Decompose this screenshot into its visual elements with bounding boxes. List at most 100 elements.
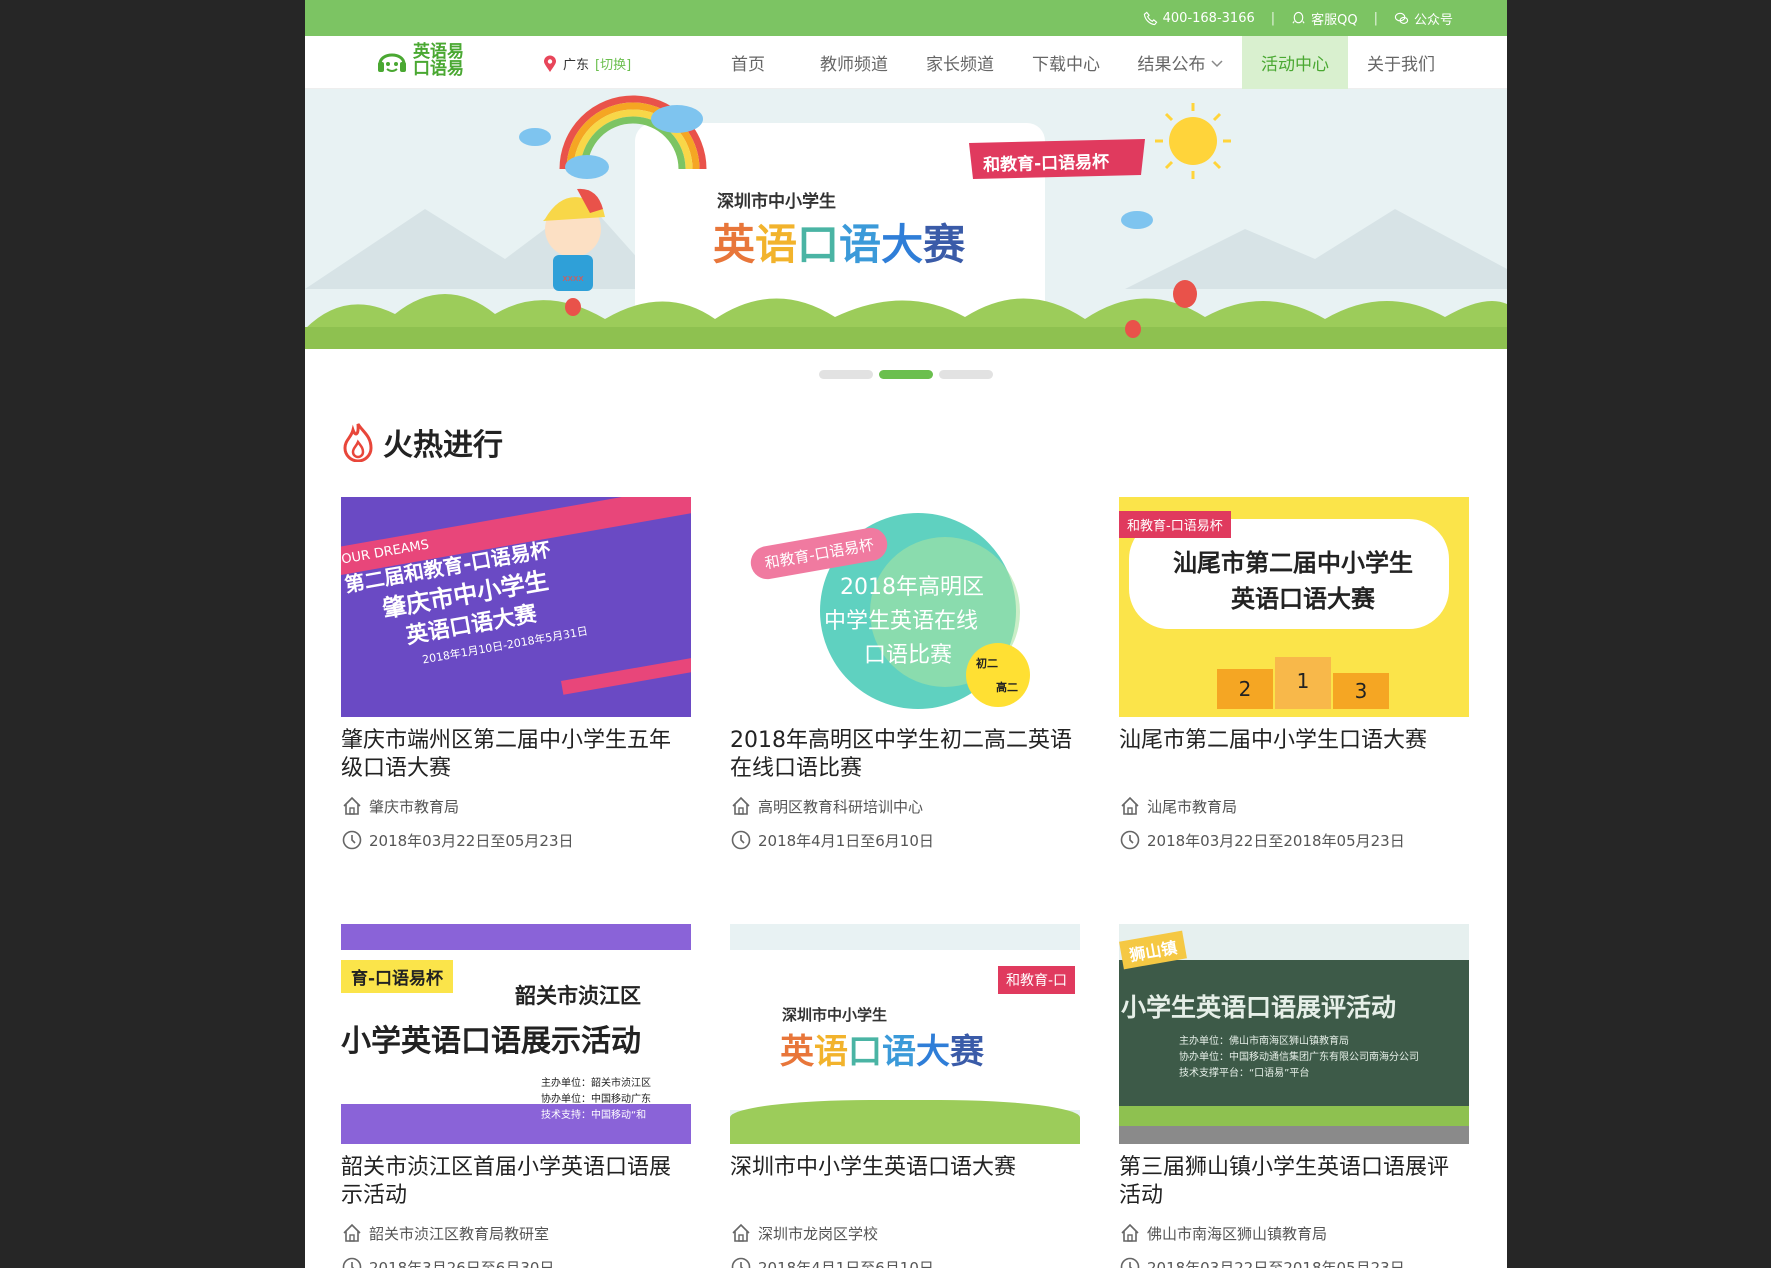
thumb-line2: 韶关市浈江区 [515, 984, 641, 1008]
carousel-dot-active[interactable] [879, 369, 933, 379]
thumb-sponsor-3: 技术支撑平台：“口语易”平台 [1179, 1068, 1310, 1079]
activity-card[interactable]: 和教育-口语易杯 汕尾市第二届中小学生 英语口语大赛 2 1 3 汕尾市第二届中… [1119, 497, 1469, 851]
card-thumbnail[interactable]: 和教育-口 深圳市中小学生 英 语 口 语 大 赛 [730, 924, 1080, 1144]
clock-icon [1120, 830, 1140, 850]
card-title[interactable]: 肇庆市端州区第二届中小学生五年级口语大赛 [341, 727, 691, 783]
thumb-sponsor-3: 技术支持：中国移动“和 [541, 1110, 647, 1121]
date-text: 2018年4月1日至6月10日 [758, 1258, 934, 1268]
card-organizer: 汕尾市教育局 [1119, 795, 1469, 817]
top-bar: 400-168-3166 | 客服QQ | 公众号 [305, 0, 1507, 36]
flame-icon [343, 423, 373, 462]
home-icon [732, 1223, 750, 1242]
date-text: 2018年03月22日至2018年05月23日 [1147, 831, 1405, 850]
card-thumbnail[interactable]: 狮山镇 小学生英语口语展评活动 主办单位：佛山市南海区狮山镇教育局 协办单位：中… [1119, 924, 1469, 1144]
card-title[interactable]: 第三届狮山镇小学生英语口语展评活动 [1119, 1154, 1469, 1210]
thumb-title-char: 语 [814, 1032, 848, 1072]
wechat-link[interactable]: 公众号 [1394, 9, 1453, 28]
banner-title-char: 语 [839, 220, 882, 269]
banner-title-char: 赛 [923, 220, 966, 269]
grade-badge: 初二 高二 [966, 643, 1030, 707]
banner-badge: 和教育-口语易杯 [982, 152, 1110, 176]
card-date: 2018年4月1日至6月10日 [730, 829, 1080, 851]
card-title[interactable]: 汕尾市第二届中小学生口语大赛 [1119, 727, 1469, 783]
clock-icon [342, 1257, 362, 1268]
banner-title: 英 语 口 语 大 赛 [713, 211, 965, 272]
card-organizer: 韶关市浈江区教育局教研室 [341, 1222, 691, 1244]
location-switch-link[interactable]: [切换] [595, 54, 631, 73]
phone-icon [1143, 11, 1158, 25]
clock-icon [342, 830, 362, 850]
organizer-text: 韶关市浈江区教育局教研室 [369, 1224, 550, 1243]
activity-card[interactable]: 育-口语易杯 韶关市浈江区 小学英语口语展示活动 主办单位：韶关市浈江区 协办单… [341, 924, 691, 1268]
card-date: 2018年3月26日至6月30日 [341, 1256, 691, 1268]
page: 400-168-3166 | 客服QQ | 公众号 英语易 口语易 广东 [切换… [305, 0, 1507, 1268]
nav-teacher[interactable]: 教师频道 [801, 36, 907, 89]
thumb-sponsor-2: 协办单位：中国移动广东 [541, 1094, 651, 1105]
card-organizer: 佛山市南海区狮山镇教育局 [1119, 1222, 1469, 1244]
chevron-down-icon [1210, 59, 1223, 67]
divider: | [1373, 10, 1378, 26]
activity-card[interactable]: 和教育-口语易杯 2018年高明区 中学生英语在线 口语比赛 初二 高二 201… [730, 497, 1080, 851]
thumb-sponsor-2: 协办单位：中国移动通信集团广东有限公司南海分公司 [1179, 1052, 1419, 1063]
nav-about[interactable]: 关于我们 [1348, 36, 1454, 89]
logo-line-2: 口语易 [413, 59, 464, 79]
nav-home[interactable]: 首页 [695, 36, 801, 89]
date-text: 2018年03月22日至2018年05月23日 [1147, 1258, 1405, 1268]
thumb-line1: 和教育-口语易杯 [1119, 511, 1231, 538]
logo[interactable]: 英语易 口语易 [375, 44, 464, 78]
card-date: 2018年03月22日至2018年05月23日 [1119, 829, 1469, 851]
grade-1: 初二 [976, 657, 998, 670]
activity-card[interactable]: 狮山镇 小学生英语口语展评活动 主办单位：佛山市南海区狮山镇教育局 协办单位：中… [1119, 924, 1469, 1268]
carousel-dot[interactable] [819, 369, 873, 379]
clock-icon [731, 830, 751, 850]
home-icon [1121, 796, 1139, 815]
card-title[interactable]: 深圳市中小学生英语口语大赛 [730, 1154, 1080, 1210]
nav-download[interactable]: 下载中心 [1013, 36, 1119, 89]
card-organizer: 深圳市龙岗区学校 [730, 1222, 1080, 1244]
activity-card[interactable]: OUR DREAMS 第二届和教育-口语易杯 肇庆市中小学生 英语口语大赛 20… [341, 497, 691, 851]
thumb-line4: 口语比赛 [864, 643, 953, 668]
banner-title-char: 语 [755, 220, 798, 269]
organizer-text: 高明区教育科研培训中心 [758, 797, 924, 816]
nav-activity[interactable]: 活动中心 [1242, 36, 1348, 89]
wechat-label: 公众号 [1413, 12, 1453, 28]
qq-link[interactable]: 客服QQ [1291, 9, 1358, 28]
card-date: 2018年03月22日至05月23日 [341, 829, 691, 851]
section-heading: 火热进行 [341, 420, 503, 464]
nav-results-label: 结果公布 [1137, 55, 1206, 75]
card-thumbnail[interactable]: 和教育-口语易杯 汕尾市第二届中小学生 英语口语大赛 2 1 3 [1119, 497, 1469, 717]
thumb-line3: 小学英语口语展示活动 [341, 1024, 641, 1059]
thumb-line1: 和教育-口 [998, 966, 1076, 994]
banner-title-char: 大 [881, 220, 924, 269]
nav-parent[interactable]: 家长频道 [907, 36, 1013, 89]
home-icon [732, 796, 750, 815]
carousel-dot[interactable] [939, 369, 993, 379]
thumb-line1: 育-口语易杯 [341, 960, 454, 993]
card-thumbnail[interactable]: 育-口语易杯 韶关市浈江区 小学英语口语展示活动 主办单位：韶关市浈江区 协办单… [341, 924, 691, 1144]
location-region: 广东 [563, 58, 590, 73]
hero-banner[interactable]: xxxx 和教育-口语易杯 深圳市中小学生 英 语 口 语 大 赛 [305, 89, 1507, 349]
thumb-title-char: 大 [916, 1032, 950, 1072]
thumb-title-char: 口 [848, 1032, 882, 1072]
nav-results[interactable]: 结果公布 [1119, 36, 1242, 89]
card-organizer: 高明区教育科研培训中心 [730, 795, 1080, 817]
card-thumbnail[interactable]: OUR DREAMS 第二届和教育-口语易杯 肇庆市中小学生 英语口语大赛 20… [341, 497, 691, 717]
card-thumbnail[interactable]: 和教育-口语易杯 2018年高明区 中学生英语在线 口语比赛 初二 高二 [730, 497, 1080, 717]
clock-icon [731, 1257, 751, 1268]
hotline[interactable]: 400-168-3166 [1143, 11, 1255, 26]
divider: | [1270, 10, 1276, 26]
phone-number: 400-168-3166 [1162, 10, 1255, 26]
activity-card[interactable]: 和教育-口 深圳市中小学生 英 语 口 语 大 赛 深圳市中小学生英语口语大赛 … [730, 924, 1080, 1268]
decor-stripe [560, 653, 691, 695]
location-pin-icon [544, 55, 556, 72]
home-icon [1121, 1223, 1139, 1242]
card-organizer: 肇庆市教育局 [341, 795, 691, 817]
thumb-line2: 汕尾市第二届中小学生 [1173, 549, 1413, 577]
location-switcher[interactable]: 广东 [切换] [543, 54, 631, 73]
card-title[interactable]: 韶关市浈江区首届小学英语口语展示活动 [341, 1154, 691, 1210]
decor-band [341, 924, 691, 950]
date-text: 2018年4月1日至6月10日 [758, 831, 934, 850]
nav-menu: 首页 教师频道 家长频道 下载中心 结果公布 活动中心 关于我们 [695, 36, 1454, 89]
card-title[interactable]: 2018年高明区中学生初二高二英语在线口语比赛 [730, 727, 1080, 783]
card-date: 2018年03月22日至2018年05月23日 [1119, 1256, 1469, 1268]
